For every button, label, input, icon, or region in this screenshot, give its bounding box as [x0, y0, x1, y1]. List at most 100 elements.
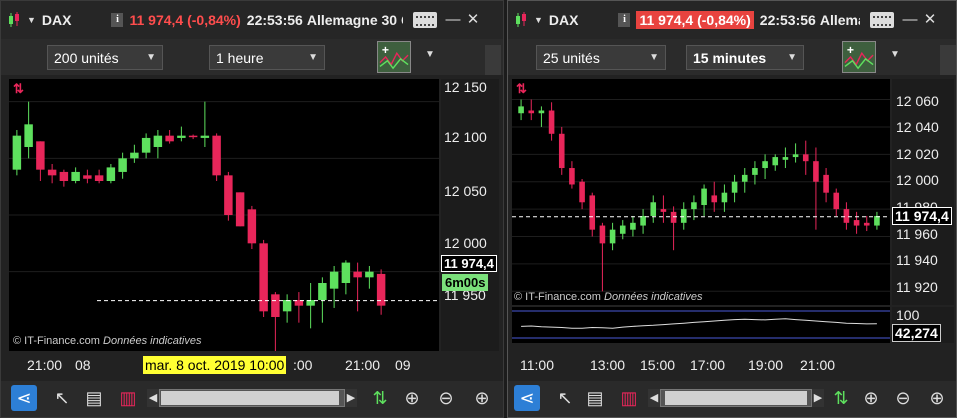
cursor-tool-icon[interactable]: ↖ [552, 385, 578, 411]
scroll-right-icon[interactable]: ▶ [812, 389, 824, 407]
candle-body [874, 215, 880, 226]
draw-tool-icon[interactable]: ▤ [582, 385, 608, 411]
candle-body [670, 211, 677, 223]
minimize-button[interactable]: — [900, 10, 920, 30]
add-indicator-icon[interactable]: + [842, 41, 876, 73]
credit-note: Données indicatives [103, 335, 202, 347]
candle-body [650, 202, 657, 216]
symbol-dropdown-icon[interactable]: ▼ [27, 15, 36, 25]
candle-body [833, 192, 840, 210]
candle-body [365, 271, 374, 278]
candle-body [12, 135, 22, 170]
side-panel-icon[interactable] [940, 45, 956, 75]
scroll-thumb[interactable] [161, 391, 339, 405]
indicator-dropdown-icon[interactable]: ▼ [890, 49, 900, 60]
zoom-in-icon[interactable]: ⊕ [469, 385, 495, 411]
candle-body [843, 209, 850, 223]
autoscale-icon[interactable]: ⇅ [828, 385, 854, 411]
scroll-left-icon[interactable]: ◀ [147, 389, 159, 407]
candlestick-icon[interactable] [514, 11, 528, 29]
indicator-dropdown-icon[interactable]: ▼ [425, 49, 435, 60]
price-change: 11 974,4 (-0,84%) [129, 12, 241, 28]
zoom-in-icon[interactable]: ⊕ [924, 385, 950, 411]
info-icon[interactable]: i [111, 13, 124, 27]
candle-body [701, 188, 707, 206]
minimize-button[interactable]: — [443, 10, 463, 30]
add-indicator-icon[interactable]: + [377, 41, 411, 73]
x-tick: 21:00 [345, 357, 381, 373]
indicator-panel[interactable] [512, 307, 890, 343]
candle-body [224, 175, 233, 215]
units-select[interactable]: 25 unités ▼ [536, 45, 666, 70]
window-controls: — ✕ [403, 1, 503, 39]
chart-type-icon[interactable]: ▥ [616, 385, 642, 411]
candle-body [36, 141, 45, 170]
interval-select[interactable]: 15 minutes ▼ [686, 45, 804, 70]
keyboard-icon[interactable] [413, 12, 437, 28]
current-price-label: 11 974,4 [441, 255, 497, 272]
candle-body [538, 110, 545, 114]
candlestick-chart [9, 101, 439, 351]
autoscale-icon[interactable]: ⇅ [367, 385, 393, 411]
interval-value: 15 minutes [693, 49, 767, 66]
candle-body [24, 124, 33, 147]
symbol-label[interactable]: DAX [42, 12, 72, 28]
units-value: 25 unités [543, 49, 600, 66]
candle-body [188, 135, 198, 138]
candle-body [752, 168, 758, 175]
chart-window-right: ▼ DAX i 11 974,4 (-0,84%) 22:53:56 Allem… [507, 0, 957, 418]
candle-body [94, 175, 104, 181]
zoom-out-icon[interactable]: ⊖ [433, 385, 459, 411]
indicator-axis: 100 42,274 [892, 307, 954, 343]
zoom-fit-icon[interactable]: ⊕ [858, 385, 884, 411]
candle-body [589, 195, 596, 230]
candle-timer: 6m00s [442, 274, 489, 291]
share-icon[interactable]: ⋖ [514, 385, 540, 411]
interval-value: 1 heure [216, 49, 264, 66]
candle-body [200, 135, 210, 138]
candle-body [235, 192, 245, 227]
crosshair-date: mar. 8 oct. 2019 10:00 [143, 356, 287, 374]
symbol-label[interactable]: DAX [549, 12, 579, 28]
candlestick-chart [512, 99, 890, 292]
keyboard-icon[interactable] [870, 12, 894, 28]
draw-tool-icon[interactable]: ▤ [81, 385, 107, 411]
refresh-icon[interactable]: ⇅ [13, 81, 24, 97]
candle-body [528, 110, 535, 114]
chart-type-icon[interactable]: ▥ [115, 385, 141, 411]
instrument-name: Allemagne 30 C [306, 12, 412, 28]
horizontal-scrollbar[interactable] [159, 389, 345, 407]
y-tick: 12 000 [444, 235, 487, 251]
symbol-dropdown-icon[interactable]: ▼ [534, 15, 543, 25]
candle-body [792, 154, 799, 158]
cursor-tool-icon[interactable]: ↖ [49, 385, 75, 411]
zoom-fit-icon[interactable]: ⊕ [399, 385, 425, 411]
units-select[interactable]: 200 unités ▼ [47, 45, 163, 70]
price-chart[interactable]: ⇅ © IT-Finance.com Données indicatives [9, 79, 439, 351]
chevron-down-icon: ▼ [649, 52, 659, 63]
title-bar: ▼ DAX i 11 974,4 (-0,84%) 22:53:56 Allem… [508, 1, 956, 39]
indicator-chart [512, 310, 890, 339]
y-tick: 12 060 [896, 93, 939, 109]
close-button[interactable]: ✕ [920, 10, 940, 30]
info-icon[interactable]: i [618, 13, 631, 27]
candle-body [353, 271, 362, 278]
price-chart[interactable]: ⇅ © IT-Finance.com Données indicatives [512, 79, 890, 305]
candle-body [153, 135, 163, 147]
candle-body [630, 222, 636, 230]
candle-body [711, 195, 718, 203]
horizontal-scrollbar[interactable] [660, 389, 812, 407]
zoom-out-icon[interactable]: ⊖ [890, 385, 916, 411]
scroll-left-icon[interactable]: ◀ [648, 389, 660, 407]
scroll-thumb[interactable] [665, 391, 807, 405]
interval-select[interactable]: 1 heure ▼ [209, 45, 325, 70]
x-tick: 09 [395, 357, 411, 373]
close-button[interactable]: ✕ [463, 10, 483, 30]
candlestick-icon[interactable] [7, 11, 21, 29]
share-icon[interactable]: ⋖ [11, 385, 37, 411]
scroll-right-icon[interactable]: ▶ [345, 389, 357, 407]
y-tick: 12 150 [444, 79, 487, 95]
candle-body [691, 202, 697, 210]
side-panel-icon[interactable] [485, 45, 501, 75]
refresh-icon[interactable]: ⇅ [516, 81, 527, 97]
